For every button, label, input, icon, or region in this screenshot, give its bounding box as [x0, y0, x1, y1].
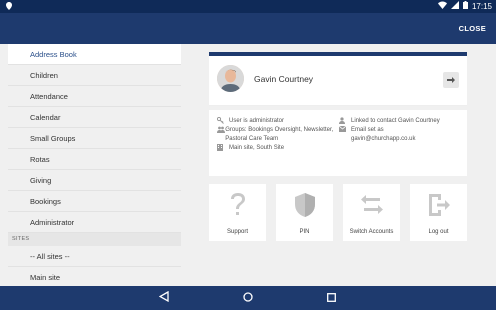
status-bar: 17:15 — [0, 0, 496, 13]
logout-label: Log out — [428, 229, 449, 235]
site-item-all[interactable]: -- All sites -- — [8, 246, 181, 267]
profile-card[interactable]: Gavin Courtney — [209, 56, 467, 106]
home-button[interactable] — [242, 292, 254, 304]
building-icon — [217, 144, 229, 153]
system-navigation-bar — [0, 286, 496, 310]
linked-contact-text: Linked to contact Gavin Courtney — [351, 118, 440, 124]
location-icon — [6, 2, 12, 12]
support-label: Support — [226, 229, 248, 235]
arrow-right-icon — [447, 71, 455, 89]
menu-item-rotas[interactable]: Rotas — [8, 149, 181, 170]
menu-item-calendar[interactable]: Calendar — [8, 107, 181, 128]
wifi-icon — [437, 1, 447, 11]
logout-tile[interactable]: Log out — [410, 184, 467, 241]
back-triangle-icon — [158, 289, 169, 307]
groups-text: Groups: Bookings Oversight, Newsletter, … — [225, 127, 334, 142]
menu-item-attendance[interactable]: Attendance — [8, 86, 181, 107]
email-label: Email set as — [351, 127, 384, 133]
close-button[interactable]: CLOSE — [459, 24, 486, 33]
avatar — [217, 65, 244, 92]
group-icon — [217, 126, 225, 143]
menu-item-children[interactable]: Children — [8, 65, 181, 86]
pin-tile[interactable]: PIN — [276, 184, 333, 241]
person-icon — [339, 117, 351, 126]
battery-icon — [462, 1, 468, 11]
logout-icon — [410, 192, 467, 218]
admin-status-text: User is administrator — [229, 118, 285, 124]
back-button[interactable] — [158, 289, 170, 307]
menu-item-address-book[interactable]: Address Book — [8, 44, 181, 65]
question-icon — [209, 192, 266, 218]
sites-header: SITES — [8, 233, 181, 246]
action-tiles: Support PIN Switch Accounts Log out — [209, 184, 467, 241]
profile-open-button[interactable] — [443, 72, 459, 88]
swap-icon — [343, 192, 400, 218]
shield-icon — [276, 192, 333, 218]
switch-accounts-label: Switch Accounts — [349, 229, 394, 235]
key-icon — [216, 116, 229, 126]
support-tile[interactable]: Support — [209, 184, 266, 241]
recents-button[interactable] — [325, 292, 337, 304]
home-circle-icon — [243, 289, 253, 307]
menu-item-giving[interactable]: Giving — [8, 170, 181, 191]
email-icon — [338, 125, 351, 143]
account-panel: Gavin Courtney User is administrator Gro… — [209, 52, 467, 241]
sites-text: Main site, South Site — [229, 145, 285, 151]
pin-label: PIN — [299, 229, 310, 235]
app-bar: CLOSE — [0, 13, 496, 44]
recents-square-icon — [326, 289, 336, 307]
site-item-main[interactable]: Main site — [8, 267, 181, 286]
profile-name: Gavin Courtney — [254, 74, 314, 84]
navigation-menu: Address Book Children Attendance Calenda… — [8, 44, 181, 286]
menu-item-administrator[interactable]: Administrator — [8, 212, 181, 233]
content-area: Address Book Children Attendance Calenda… — [0, 44, 496, 286]
menu-item-small-groups[interactable]: Small Groups — [8, 128, 181, 149]
cell-signal-icon — [450, 1, 459, 11]
email-text: gavin@churchapp.co.uk — [351, 135, 416, 142]
menu-item-bookings[interactable]: Bookings — [8, 191, 181, 212]
clock: 17:15 — [471, 1, 492, 11]
account-info-card: User is administrator Groups: Bookings O… — [209, 110, 467, 176]
switch-accounts-tile[interactable]: Switch Accounts — [343, 184, 400, 241]
